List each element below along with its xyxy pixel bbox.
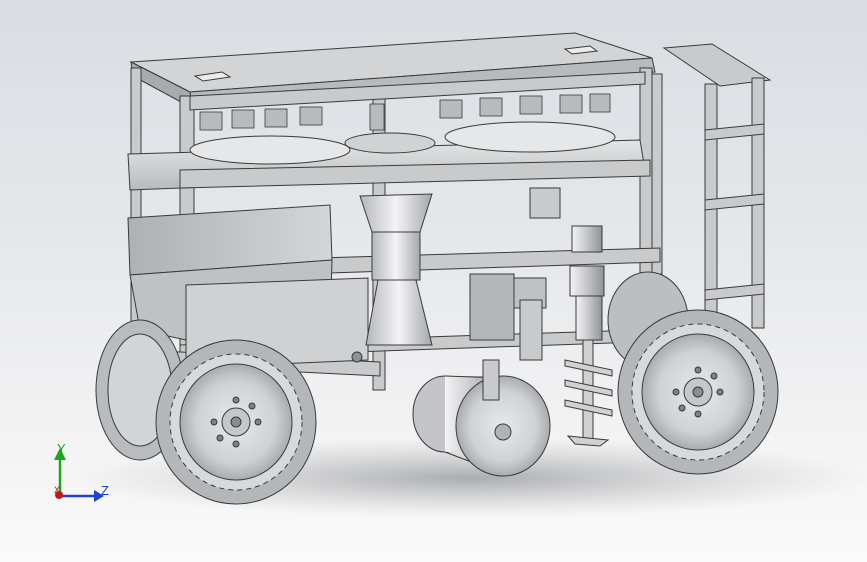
handle-frame (662, 43, 772, 329)
wheel-front-right (617, 309, 779, 475)
triad-y-label: Y (57, 441, 66, 456)
triad-z-label: Z (101, 483, 109, 498)
triad-x-label: X (54, 485, 61, 495)
wheel-front-left (155, 339, 317, 505)
auger-spiral (564, 339, 613, 447)
auger-drive (469, 187, 605, 361)
graphics-viewport[interactable]: Y Z X (0, 0, 867, 562)
cad-model[interactable] (0, 0, 867, 562)
